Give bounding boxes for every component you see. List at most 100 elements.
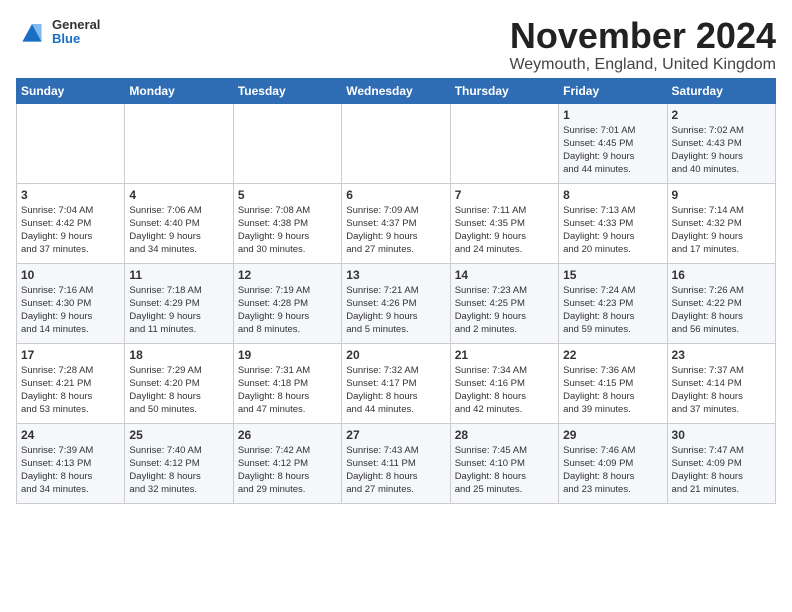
calendar-week-row: 1Sunrise: 7:01 AM Sunset: 4:45 PM Daylig… bbox=[17, 103, 776, 183]
calendar-cell bbox=[125, 103, 233, 183]
weekday-header-sunday: Sunday bbox=[17, 78, 125, 103]
day-info: Sunrise: 7:37 AM Sunset: 4:14 PM Dayligh… bbox=[672, 364, 771, 417]
weekday-header-friday: Friday bbox=[559, 78, 667, 103]
day-info: Sunrise: 7:36 AM Sunset: 4:15 PM Dayligh… bbox=[563, 364, 662, 417]
calendar-week-row: 17 Sunrise: 7:28 AM Sunset: 4:21 PM Dayli… bbox=[17, 343, 776, 423]
day-info: Sunrise: 7:40 AM Sunset: 4:12 PM Dayligh… bbox=[129, 444, 228, 497]
logo-general: General bbox=[52, 18, 100, 32]
day-info: Sunrise: 7:11 AM Sunset: 4:35 PM Dayligh… bbox=[455, 204, 554, 257]
calendar-cell: 30 Sunrise: 7:47 AM Sunset: 4:09 PM Dayli… bbox=[667, 423, 775, 503]
calendar-table: SundayMondayTuesdayWednesdayThursdayFrid… bbox=[16, 78, 776, 504]
calendar-week-row: 3 Sunrise: 7:04 AM Sunset: 4:42 PM Daylig… bbox=[17, 183, 776, 263]
calendar-cell bbox=[342, 103, 450, 183]
day-number: 20 bbox=[346, 348, 445, 362]
calendar-cell: 14Sunrise: 7:23 AM Sunset: 4:25 PM Dayli… bbox=[450, 263, 558, 343]
page-header: General Blue November 2024 Weymouth, Eng… bbox=[16, 16, 776, 74]
calendar-cell: 3 Sunrise: 7:04 AM Sunset: 4:42 PM Daylig… bbox=[17, 183, 125, 263]
day-number: 4 bbox=[129, 188, 228, 202]
day-info: Sunrise: 7:21 AM Sunset: 4:26 PM Dayligh… bbox=[346, 284, 445, 337]
day-number: 17 bbox=[21, 348, 120, 362]
weekday-header-row: SundayMondayTuesdayWednesdayThursdayFrid… bbox=[17, 78, 776, 103]
day-info: Sunrise: 7:28 AM Sunset: 4:21 PM Dayligh… bbox=[21, 364, 120, 417]
calendar-cell: 29 Sunrise: 7:46 AM Sunset: 4:09 PM Dayli… bbox=[559, 423, 667, 503]
calendar-cell: 15 Sunrise: 7:24 AM Sunset: 4:23 PM Dayli… bbox=[559, 263, 667, 343]
day-info: Sunrise: 7:46 AM Sunset: 4:09 PM Dayligh… bbox=[563, 444, 662, 497]
day-number: 8 bbox=[563, 188, 662, 202]
day-info: Sunrise: 7:32 AM Sunset: 4:17 PM Dayligh… bbox=[346, 364, 445, 417]
calendar-cell: 21Sunrise: 7:34 AM Sunset: 4:16 PM Dayli… bbox=[450, 343, 558, 423]
calendar-cell: 25 Sunrise: 7:40 AM Sunset: 4:12 PM Dayli… bbox=[125, 423, 233, 503]
day-number: 30 bbox=[672, 428, 771, 442]
calendar-cell: 9 Sunrise: 7:14 AM Sunset: 4:32 PM Daylig… bbox=[667, 183, 775, 263]
day-number: 23 bbox=[672, 348, 771, 362]
day-info: Sunrise: 7:18 AM Sunset: 4:29 PM Dayligh… bbox=[129, 284, 228, 337]
day-number: 29 bbox=[563, 428, 662, 442]
day-info: Sunrise: 7:29 AM Sunset: 4:20 PM Dayligh… bbox=[129, 364, 228, 417]
calendar-cell: 13 Sunrise: 7:21 AM Sunset: 4:26 PM Dayli… bbox=[342, 263, 450, 343]
calendar-cell: 6Sunrise: 7:09 AM Sunset: 4:37 PM Daylig… bbox=[342, 183, 450, 263]
day-number: 24 bbox=[21, 428, 120, 442]
calendar-cell: 8 Sunrise: 7:13 AM Sunset: 4:33 PM Daylig… bbox=[559, 183, 667, 263]
weekday-header-monday: Monday bbox=[125, 78, 233, 103]
calendar-cell: 4 Sunrise: 7:06 AM Sunset: 4:40 PM Daylig… bbox=[125, 183, 233, 263]
calendar-cell: 20 Sunrise: 7:32 AM Sunset: 4:17 PM Dayli… bbox=[342, 343, 450, 423]
day-info: Sunrise: 7:13 AM Sunset: 4:33 PM Dayligh… bbox=[563, 204, 662, 257]
calendar-cell: 23 Sunrise: 7:37 AM Sunset: 4:14 PM Dayli… bbox=[667, 343, 775, 423]
day-info: Sunrise: 7:06 AM Sunset: 4:40 PM Dayligh… bbox=[129, 204, 228, 257]
day-info: Sunrise: 7:42 AM Sunset: 4:12 PM Dayligh… bbox=[238, 444, 337, 497]
day-number: 25 bbox=[129, 428, 228, 442]
day-info: Sunrise: 7:26 AM Sunset: 4:22 PM Dayligh… bbox=[672, 284, 771, 337]
day-number: 7 bbox=[455, 188, 554, 202]
calendar-cell: 26 Sunrise: 7:42 AM Sunset: 4:12 PM Dayli… bbox=[233, 423, 341, 503]
calendar-cell: 19 Sunrise: 7:31 AM Sunset: 4:18 PM Dayli… bbox=[233, 343, 341, 423]
calendar-cell: 22 Sunrise: 7:36 AM Sunset: 4:15 PM Dayli… bbox=[559, 343, 667, 423]
day-info: Sunrise: 7:43 AM Sunset: 4:11 PM Dayligh… bbox=[346, 444, 445, 497]
day-number: 26 bbox=[238, 428, 337, 442]
day-number: 11 bbox=[129, 268, 228, 282]
day-info: Sunrise: 7:16 AM Sunset: 4:30 PM Dayligh… bbox=[21, 284, 120, 337]
day-number: 27 bbox=[346, 428, 445, 442]
logo: General Blue bbox=[16, 16, 100, 48]
day-number: 19 bbox=[238, 348, 337, 362]
calendar-cell: 18 Sunrise: 7:29 AM Sunset: 4:20 PM Dayli… bbox=[125, 343, 233, 423]
day-number: 18 bbox=[129, 348, 228, 362]
day-number: 16 bbox=[672, 268, 771, 282]
day-info: Sunrise: 7:47 AM Sunset: 4:09 PM Dayligh… bbox=[672, 444, 771, 497]
day-number: 28 bbox=[455, 428, 554, 442]
day-info: Sunrise: 7:01 AM Sunset: 4:45 PM Dayligh… bbox=[563, 124, 662, 177]
calendar-cell bbox=[450, 103, 558, 183]
calendar-cell bbox=[17, 103, 125, 183]
day-info: Sunrise: 7:04 AM Sunset: 4:42 PM Dayligh… bbox=[21, 204, 120, 257]
day-number: 3 bbox=[21, 188, 120, 202]
day-info: Sunrise: 7:39 AM Sunset: 4:13 PM Dayligh… bbox=[21, 444, 120, 497]
day-info: Sunrise: 7:31 AM Sunset: 4:18 PM Dayligh… bbox=[238, 364, 337, 417]
calendar-cell: 1Sunrise: 7:01 AM Sunset: 4:45 PM Daylig… bbox=[559, 103, 667, 183]
calendar-cell: 27 Sunrise: 7:43 AM Sunset: 4:11 PM Dayli… bbox=[342, 423, 450, 503]
day-info: Sunrise: 7:24 AM Sunset: 4:23 PM Dayligh… bbox=[563, 284, 662, 337]
calendar-cell: 5 Sunrise: 7:08 AM Sunset: 4:38 PM Daylig… bbox=[233, 183, 341, 263]
day-number: 5 bbox=[238, 188, 337, 202]
calendar-cell: 7 Sunrise: 7:11 AM Sunset: 4:35 PM Daylig… bbox=[450, 183, 558, 263]
day-number: 9 bbox=[672, 188, 771, 202]
logo-blue: Blue bbox=[52, 32, 100, 46]
weekday-header-saturday: Saturday bbox=[667, 78, 775, 103]
day-number: 14 bbox=[455, 268, 554, 282]
month-title: November 2024 bbox=[509, 16, 776, 56]
calendar-cell bbox=[233, 103, 341, 183]
day-number: 15 bbox=[563, 268, 662, 282]
day-number: 21 bbox=[455, 348, 554, 362]
calendar-cell: 24 Sunrise: 7:39 AM Sunset: 4:13 PM Dayli… bbox=[17, 423, 125, 503]
day-number: 22 bbox=[563, 348, 662, 362]
day-info: Sunrise: 7:09 AM Sunset: 4:37 PM Dayligh… bbox=[346, 204, 445, 257]
location-subtitle: Weymouth, England, United Kingdom bbox=[509, 56, 776, 74]
day-info: Sunrise: 7:08 AM Sunset: 4:38 PM Dayligh… bbox=[238, 204, 337, 257]
calendar-cell: 11 Sunrise: 7:18 AM Sunset: 4:29 PM Dayli… bbox=[125, 263, 233, 343]
calendar-cell: 10Sunrise: 7:16 AM Sunset: 4:30 PM Dayli… bbox=[17, 263, 125, 343]
calendar-cell: 12Sunrise: 7:19 AM Sunset: 4:28 PM Dayli… bbox=[233, 263, 341, 343]
calendar-cell: 16 Sunrise: 7:26 AM Sunset: 4:22 PM Dayli… bbox=[667, 263, 775, 343]
weekday-header-wednesday: Wednesday bbox=[342, 78, 450, 103]
day-info: Sunrise: 7:02 AM Sunset: 4:43 PM Dayligh… bbox=[672, 124, 771, 177]
day-info: Sunrise: 7:14 AM Sunset: 4:32 PM Dayligh… bbox=[672, 204, 771, 257]
title-block: November 2024 Weymouth, England, United … bbox=[509, 16, 776, 74]
day-number: 13 bbox=[346, 268, 445, 282]
